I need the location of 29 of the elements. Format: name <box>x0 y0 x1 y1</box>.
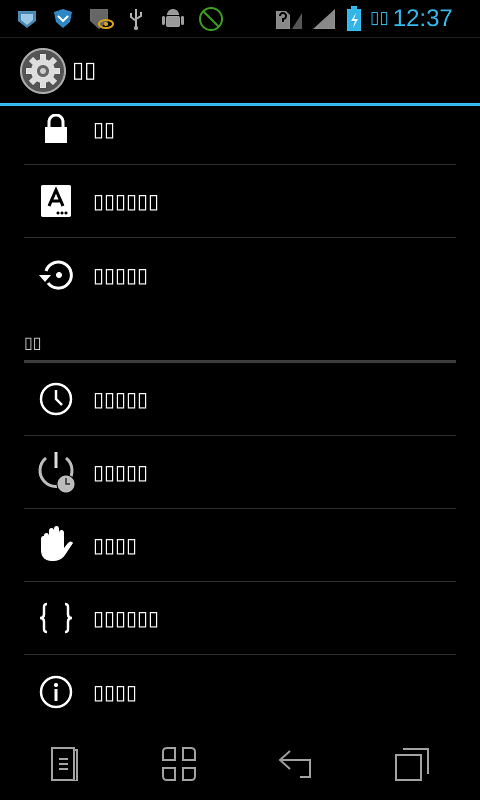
settings-item[interactable]: ▯▯▯▯ <box>24 509 456 582</box>
lock-icon <box>44 114 68 144</box>
status-date: ▯▯ <box>370 6 389 30</box>
shield-icon <box>52 8 74 30</box>
blocked-icon <box>198 6 224 32</box>
battery-icon <box>346 6 362 32</box>
settings-item[interactable]: ▯▯▯▯ <box>24 655 456 728</box>
signal-icon <box>312 6 336 30</box>
keyboard-letter-icon <box>40 184 72 218</box>
back-icon[interactable] <box>278 749 312 779</box>
braces-icon <box>38 602 72 634</box>
usb-icon <box>128 6 144 30</box>
badge-icon <box>88 6 114 30</box>
settings-item[interactable]: ▯▯▯▯▯ <box>24 436 456 509</box>
settings-item[interactable]: ▯▯▯▯▯ <box>24 363 456 436</box>
recent-apps-icon[interactable] <box>394 747 429 781</box>
settings-item[interactable]: ▯▯ <box>24 106 456 165</box>
settings-item[interactable]: ▯▯▯▯▯ <box>24 238 456 311</box>
settings-item[interactable]: ▯▯▯▯▯▯ <box>24 582 456 655</box>
clock-icon <box>38 382 72 416</box>
status-time: 12:37 <box>392 4 453 34</box>
section-header: ▯▯ <box>24 332 42 354</box>
home-icon[interactable] <box>162 747 196 781</box>
info-icon <box>38 674 72 708</box>
settings-item[interactable]: ▯▯▯▯▯▯ <box>24 165 456 238</box>
menu-icon[interactable] <box>51 747 80 781</box>
screen-title: ▯▯ <box>72 57 96 85</box>
restore-icon <box>38 258 74 290</box>
settings-icon[interactable] <box>20 48 66 94</box>
